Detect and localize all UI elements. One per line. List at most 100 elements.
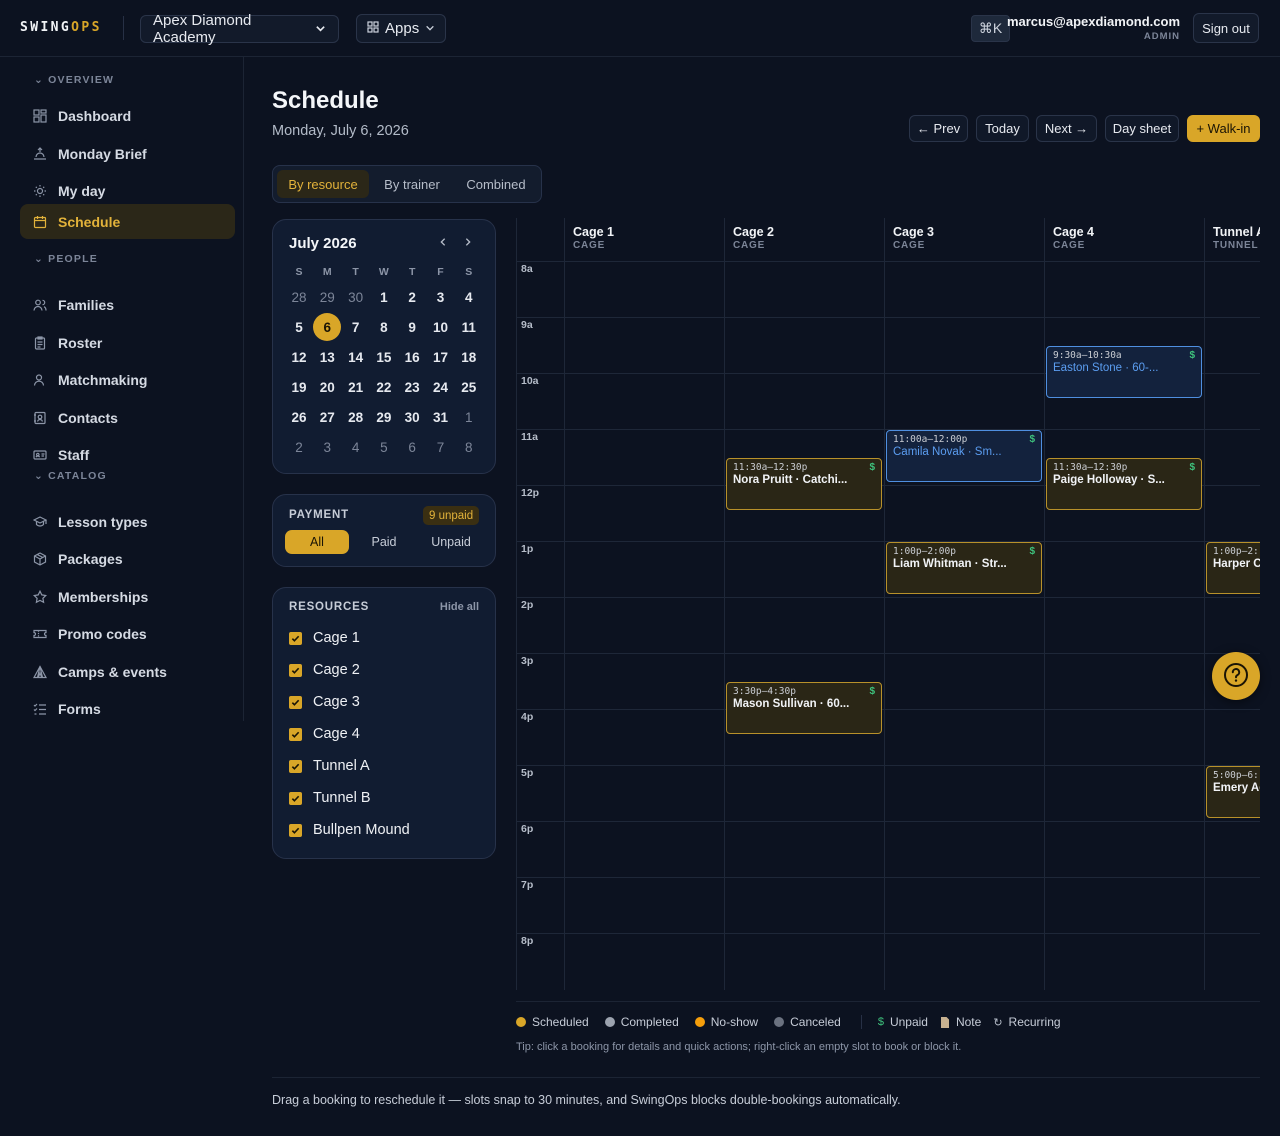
calendar-day[interactable]: 11 (455, 313, 483, 341)
app-logo[interactable]: SWINGOPS (20, 20, 102, 35)
calendar-day[interactable]: 5 (285, 313, 313, 341)
resource-toggle[interactable]: Cage 3 (289, 692, 360, 712)
calendar-day[interactable]: 26 (285, 403, 313, 431)
calendar-day[interactable]: 4 (342, 433, 370, 461)
calendar-day[interactable]: 6 (313, 313, 342, 341)
organization-select[interactable]: Apex Diamond Academy (140, 12, 339, 46)
booking-card[interactable]: 1:00p–2:00p Liam Whitman · Str... $ (886, 542, 1042, 594)
hide-all-button[interactable]: Hide all (440, 601, 479, 613)
calendar-day[interactable]: 28 (285, 283, 313, 311)
calendar-day[interactable]: 1 (370, 283, 398, 311)
calendar-day[interactable]: 3 (427, 283, 455, 311)
calendar-day[interactable]: 30 (398, 403, 426, 431)
calendar-day[interactable]: 29 (370, 403, 398, 431)
booking-card[interactable]: 11:30a–12:30p Nora Pruitt · Catchi... $ (726, 458, 882, 510)
booking-card[interactable]: 9:30a–10:30a Easton Stone · 60-... $ (1046, 346, 1202, 398)
calendar-day[interactable]: 8 (455, 433, 483, 461)
checkbox-checked-icon[interactable] (289, 695, 302, 709)
tab-by-resource[interactable]: By resource (277, 170, 369, 198)
resource-toggle[interactable]: Cage 2 (289, 660, 360, 680)
calendar-day[interactable]: 25 (455, 373, 483, 401)
sidebar-item-matchmaking[interactable]: Matchmaking (20, 362, 235, 397)
sign-out-button[interactable]: Sign out (1193, 13, 1259, 43)
calendar-day[interactable]: 7 (342, 313, 370, 341)
booking-card[interactable]: 5:00p–6:Emery Ac (1206, 766, 1260, 818)
calendar-day[interactable]: 31 (427, 403, 455, 431)
sidebar-item-promo-codes[interactable]: Promo codes (20, 616, 235, 651)
calendar-day[interactable]: 4 (455, 283, 483, 311)
resource-toggle[interactable]: Tunnel A (289, 756, 370, 776)
calendar-day[interactable]: 9 (398, 313, 426, 341)
payment-option-paid[interactable]: Paid (352, 530, 416, 554)
sidebar-item-memberships[interactable]: Memberships (20, 579, 235, 614)
sidebar-item-dashboard[interactable]: Dashboard (20, 98, 235, 133)
calendar-day[interactable]: 28 (342, 403, 370, 431)
calendar-day[interactable]: 7 (427, 433, 455, 461)
sidebar-item-forms[interactable]: Forms (20, 691, 235, 726)
calendar-day[interactable]: 22 (370, 373, 398, 401)
calendar-day[interactable]: 16 (398, 343, 426, 371)
payment-option-all[interactable]: All (285, 530, 349, 554)
checkbox-checked-icon[interactable] (289, 631, 302, 645)
resource-toggle[interactable]: Bullpen Mound (289, 820, 410, 840)
chevron-left-icon[interactable] (435, 234, 451, 250)
payment-option-unpaid[interactable]: Unpaid (419, 530, 483, 554)
calendar-day[interactable]: 21 (342, 373, 370, 401)
tab-combined[interactable]: Combined (455, 170, 537, 198)
apps-menu-button[interactable]: Apps (356, 14, 446, 43)
calendar-day[interactable]: 2 (285, 433, 313, 461)
calendar-day[interactable]: 24 (427, 373, 455, 401)
walk-in-button[interactable]: + Walk-in (1187, 115, 1260, 142)
calendar-day[interactable]: 27 (313, 403, 341, 431)
sidebar-item-camps-events[interactable]: Camps & events (20, 654, 235, 689)
resource-toggle[interactable]: Tunnel B (289, 788, 371, 808)
calendar-day[interactable]: 17 (427, 343, 455, 371)
calendar-day[interactable]: 5 (370, 433, 398, 461)
calendar-day[interactable]: 29 (313, 283, 341, 311)
checkbox-checked-icon[interactable] (289, 791, 302, 805)
sidebar-item-packages[interactable]: Packages (20, 541, 235, 576)
sidebar-item-monday-brief[interactable]: Monday Brief (20, 136, 235, 171)
calendar-day[interactable]: 20 (313, 373, 341, 401)
booking-card[interactable]: 3:30p–4:30p Mason Sullivan · 60... $ (726, 682, 882, 734)
calendar-day[interactable]: 14 (342, 343, 370, 371)
calendar-day[interactable]: 8 (370, 313, 398, 341)
checkbox-checked-icon[interactable] (289, 663, 302, 677)
day-sheet-button[interactable]: Day sheet (1105, 115, 1179, 142)
help-button[interactable] (1212, 652, 1260, 700)
booking-card[interactable]: 11:00a–12:00p Camila Novak · Sm... $ (886, 430, 1042, 482)
calendar-day[interactable]: 6 (398, 433, 426, 461)
prev-day-button[interactable]: ← Prev (909, 115, 968, 142)
booking-card[interactable]: 1:00p–2: Harper C (1206, 542, 1260, 594)
sidebar-item-lesson-types[interactable]: Lesson types (20, 504, 235, 539)
calendar-day[interactable]: 12 (285, 343, 313, 371)
today-button[interactable]: Today (976, 115, 1029, 142)
calendar-day[interactable]: 18 (455, 343, 483, 371)
sidebar-item-schedule[interactable]: Schedule (20, 204, 235, 239)
tab-by-trainer[interactable]: By trainer (373, 170, 451, 198)
booking-card[interactable]: 11:30a–12:30p Paige Holloway · S... $ (1046, 458, 1202, 510)
calendar-day[interactable]: 19 (285, 373, 313, 401)
checkbox-checked-icon[interactable] (289, 823, 302, 837)
checkbox-checked-icon[interactable] (289, 759, 302, 773)
resource-toggle[interactable]: Cage 4 (289, 724, 360, 744)
calendar-day[interactable]: 15 (370, 343, 398, 371)
sidebar-item-roster[interactable]: Roster (20, 325, 235, 360)
resource-toggle[interactable]: Cage 1 (289, 628, 360, 648)
sidebar-item-contacts[interactable]: Contacts (20, 400, 235, 435)
sidebar-item-my-day[interactable]: My day (20, 173, 235, 208)
sidebar-item-staff[interactable]: Staff (20, 437, 235, 472)
sidebar-item-families[interactable]: Families (20, 287, 235, 322)
calendar-day[interactable]: 1 (455, 403, 483, 431)
calendar-day[interactable]: 10 (427, 313, 455, 341)
next-day-button[interactable]: Next → (1036, 115, 1097, 142)
checkbox-checked-icon[interactable] (289, 727, 302, 741)
calendar-day[interactable]: 13 (313, 343, 341, 371)
calendar-day[interactable]: 2 (398, 283, 426, 311)
command-palette-shortcut[interactable]: ⌘K (971, 15, 1010, 42)
chevron-right-icon[interactable] (460, 234, 476, 250)
calendar-day[interactable]: 23 (398, 373, 426, 401)
nav-section-people[interactable]: ⌄ PEOPLE (34, 253, 98, 265)
calendar-day[interactable]: 30 (342, 283, 370, 311)
nav-section-overview[interactable]: ⌄ OVERVIEW (34, 74, 114, 86)
